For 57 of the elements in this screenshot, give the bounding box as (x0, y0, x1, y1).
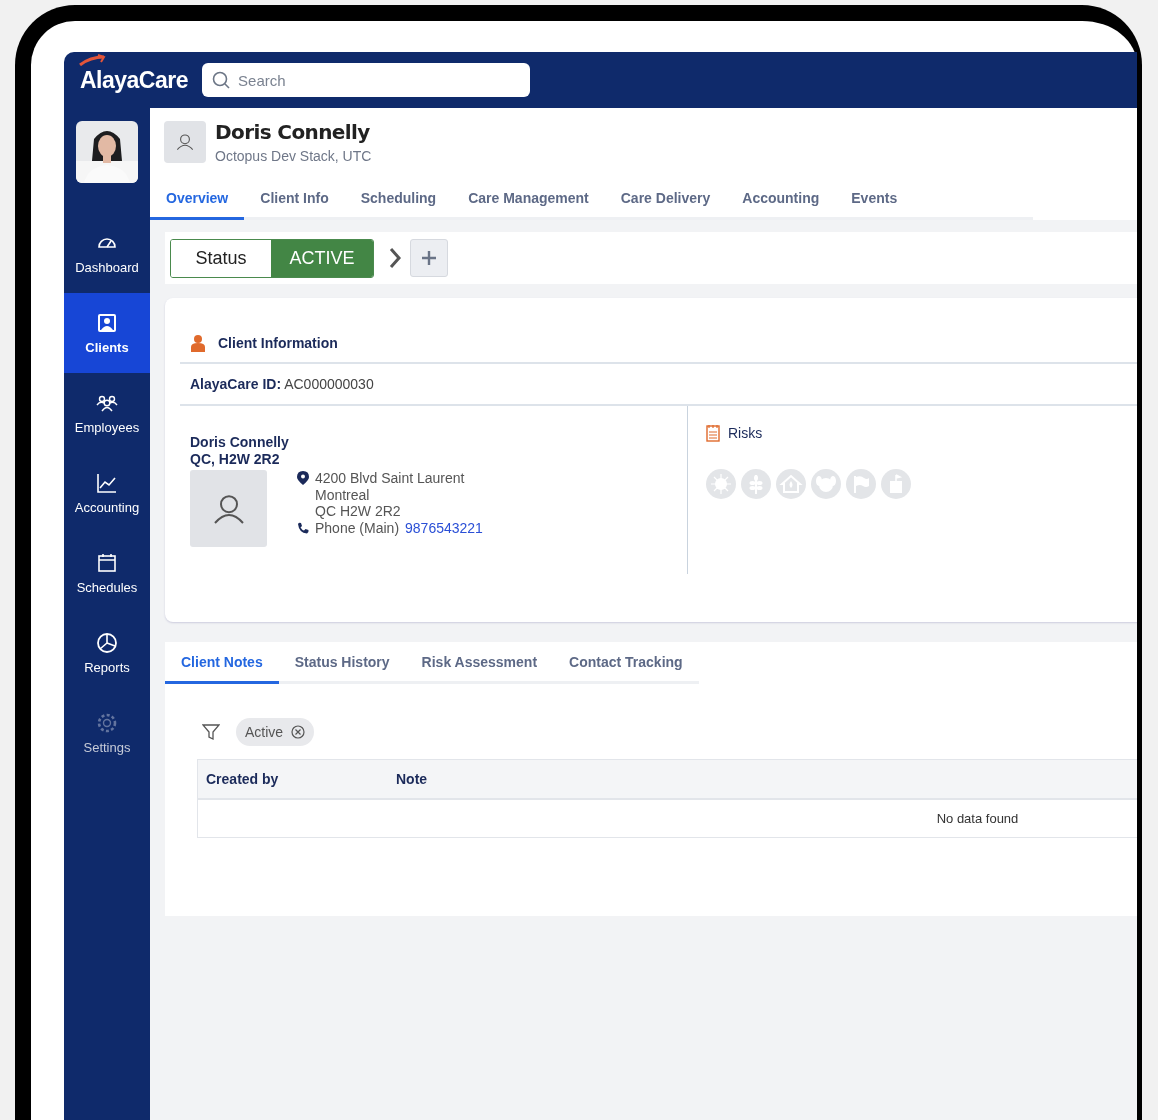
section-title: Client Information (218, 335, 338, 351)
line-chart-icon (96, 471, 118, 494)
tab[interactable]: Events (835, 178, 914, 220)
tab[interactable]: Client Info (244, 178, 345, 220)
empty-message: No data found (936, 811, 1019, 826)
tab[interactable]: Accounting (726, 178, 836, 220)
column-header: Note (395, 771, 428, 787)
tab[interactable]: Status History (278, 642, 406, 684)
tab[interactable]: Care Management (452, 178, 605, 220)
house-icon (776, 469, 806, 499)
client-region: QC, H2W 2R2 (190, 451, 281, 468)
person-icon (174, 131, 196, 153)
sidebar-item[interactable]: Accounting (64, 453, 150, 533)
tab[interactable]: Contact Tracking (553, 642, 699, 684)
section-title: Risks (728, 425, 763, 441)
filter-icon (202, 723, 220, 741)
tab[interactable]: Risk Assessment (405, 642, 554, 684)
flag-icon (846, 469, 876, 499)
close-icon (291, 725, 306, 739)
client-id: AlayaCare ID: AC000000030 (180, 362, 1137, 406)
sidebar-item[interactable]: Dashboard (64, 213, 150, 293)
sidebar-item[interactable]: Employees (64, 373, 150, 453)
virus-icon (706, 469, 736, 499)
chevron-right-icon (388, 247, 402, 269)
address-line: Montreal (314, 486, 371, 503)
filter-chip[interactable]: Active (236, 718, 315, 746)
notepad-icon (706, 424, 720, 442)
person-badge-icon (190, 334, 206, 352)
client-name: Doris Connelly (215, 120, 371, 144)
calendar-icon (96, 551, 118, 574)
status-value: ACTIVE (271, 239, 373, 277)
address-line: QC H2W 2R2 (314, 503, 402, 520)
contact-card-icon (96, 311, 118, 334)
tab[interactable]: Overview (150, 178, 245, 220)
logo-swoosh-icon (78, 53, 108, 66)
phone-icon (297, 521, 309, 534)
search-field[interactable]: Search (202, 63, 531, 97)
phone-link[interactable]: 9876543221 (405, 519, 483, 536)
phone-label: Phone (Main) (315, 519, 400, 536)
address-line: 4200 Blvd Saint Laurent (315, 470, 465, 487)
search-icon (212, 71, 231, 89)
plus-icon (421, 250, 437, 266)
client-subtitle: Octopus Dev Stack, UTC (215, 148, 372, 164)
sidebar-item[interactable]: Reports (64, 613, 150, 693)
wheat-icon (741, 469, 771, 499)
column-header: Created by (205, 771, 280, 787)
settings-icon (96, 711, 118, 734)
add-button[interactable] (410, 239, 448, 277)
tab[interactable]: Care Delivery (604, 178, 727, 220)
sidebar-item[interactable]: Clients (64, 293, 150, 373)
tab[interactable]: Scheduling (344, 178, 453, 220)
tab[interactable]: Client Notes (165, 642, 279, 684)
sidebar-item[interactable]: Schedules (64, 533, 150, 613)
client-name: Doris Connelly (190, 434, 290, 451)
logo-text: AlayaCare (80, 66, 189, 94)
location-pin-icon (297, 471, 309, 486)
pie-chart-icon (96, 631, 118, 654)
